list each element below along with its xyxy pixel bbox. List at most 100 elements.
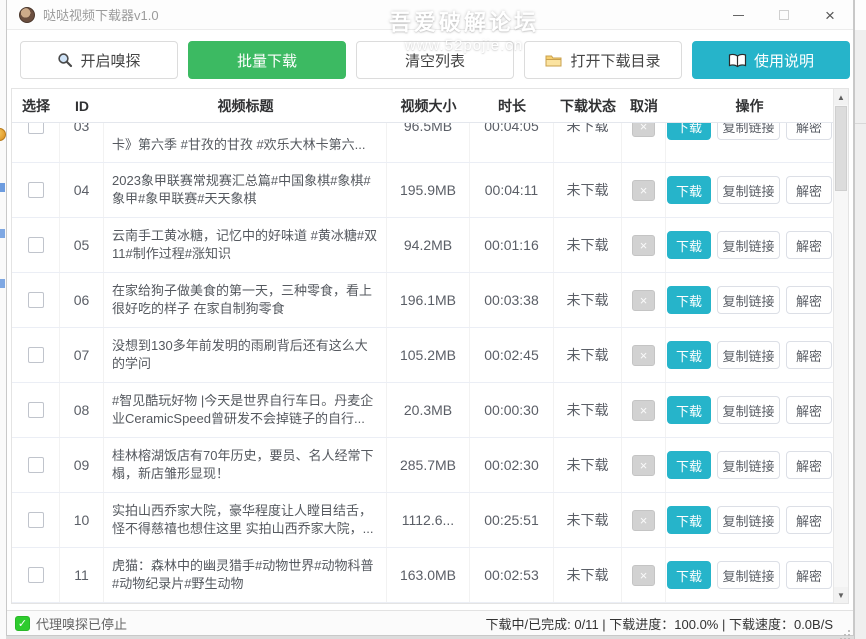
- row-checkbox[interactable]: [28, 567, 44, 583]
- decrypt-button[interactable]: 解密: [786, 286, 832, 314]
- video-id: 07: [60, 328, 104, 382]
- copy-link-button[interactable]: 复制链接: [717, 396, 780, 424]
- header-id: ID: [60, 89, 104, 122]
- table-row: 08 #智见酷玩好物 |今天是世界自行车日。丹麦企业CeramicSpeed曾研…: [12, 383, 833, 438]
- row-checkbox[interactable]: [28, 237, 44, 253]
- arrow-up-icon: ▲: [837, 93, 845, 102]
- decrypt-button[interactable]: 解密: [786, 231, 832, 259]
- cancel-button[interactable]: ×: [632, 180, 655, 201]
- download-button[interactable]: 下载: [667, 451, 711, 479]
- decrypt-button[interactable]: 解密: [786, 561, 832, 589]
- decrypt-button[interactable]: 解密: [786, 506, 832, 534]
- copy-link-button[interactable]: 复制链接: [717, 286, 780, 314]
- cancel-icon: ×: [640, 514, 648, 527]
- video-duration: 00:02:53: [470, 548, 554, 602]
- copy-link-button[interactable]: 复制链接: [717, 341, 780, 369]
- cancel-button[interactable]: ×: [632, 123, 655, 137]
- book-icon: [728, 53, 747, 68]
- start-sniff-button[interactable]: 开启嗅探: [20, 41, 178, 79]
- status-bar: ✓ 代理嗅探已停止 下载中/已完成: 0/11 | 下载进度：100.0% | …: [7, 610, 853, 635]
- decrypt-button[interactable]: 解密: [786, 176, 832, 204]
- window-title: 哒哒视频下载器v1.0: [43, 5, 159, 24]
- video-id: 08: [60, 383, 104, 437]
- cancel-button[interactable]: ×: [632, 290, 655, 311]
- open-download-folder-button[interactable]: 打开下载目录: [524, 41, 682, 79]
- cancel-button[interactable]: ×: [632, 235, 655, 256]
- copy-link-button[interactable]: 复制链接: [717, 176, 780, 204]
- video-title: 2023象甲联赛常规赛汇总篇#中国象棋#象棋#象甲#象甲联赛#天天象棋: [112, 172, 378, 208]
- check-icon: ✓: [18, 617, 27, 630]
- scroll-up-button[interactable]: ▲: [834, 89, 848, 105]
- decrypt-button[interactable]: 解密: [786, 451, 832, 479]
- download-button[interactable]: 下载: [667, 286, 711, 314]
- decrypt-button[interactable]: 解密: [786, 123, 832, 140]
- download-button[interactable]: 下载: [667, 561, 711, 589]
- row-checkbox[interactable]: [28, 512, 44, 528]
- minimize-icon: [733, 15, 744, 16]
- header-status: 下载状态: [554, 89, 622, 122]
- download-button[interactable]: 下载: [667, 176, 711, 204]
- help-label: 使用说明: [754, 50, 814, 71]
- cancel-button[interactable]: ×: [632, 400, 655, 421]
- download-button[interactable]: 下载: [667, 123, 711, 140]
- cancel-button[interactable]: ×: [632, 455, 655, 476]
- row-checkbox[interactable]: [28, 182, 44, 198]
- video-title: 没想到130多年前发明的雨刷背后还有这么大的学问: [112, 337, 378, 373]
- cancel-icon: ×: [640, 239, 648, 252]
- clear-list-button[interactable]: 清空列表: [356, 41, 514, 79]
- table-row: 06 在家给狗子做美食的第一天，三种零食，看上很好吃的样子 在家自制狗零食 19…: [12, 273, 833, 328]
- scrollbar-thumb[interactable]: [835, 106, 847, 191]
- row-checkbox[interactable]: [28, 347, 44, 363]
- open-download-folder-label: 打开下载目录: [570, 50, 660, 71]
- proxy-status-checkbox[interactable]: ✓: [15, 616, 30, 631]
- row-checkbox[interactable]: [28, 292, 44, 308]
- minimize-button[interactable]: [715, 0, 761, 30]
- vertical-scrollbar[interactable]: ▲ ▼: [833, 89, 848, 603]
- clear-list-label: 清空列表: [405, 50, 465, 71]
- app-window: 哒哒视频下载器v1.0 × 吾爱破解论坛 www.52pojie.cn 开启嗅探…: [6, 0, 854, 636]
- download-status: 未下载: [554, 438, 622, 492]
- video-id: 04: [60, 163, 104, 217]
- row-checkbox[interactable]: [28, 123, 44, 134]
- copy-link-button[interactable]: 复制链接: [717, 231, 780, 259]
- background-fragment: [0, 183, 5, 192]
- close-button[interactable]: ×: [807, 0, 853, 30]
- decrypt-button[interactable]: 解密: [786, 341, 832, 369]
- table-row: 09 桂林榕湖饭店有70年历史，要员、名人经常下榻，新店雏形显现！ 285.7M…: [12, 438, 833, 493]
- cancel-icon: ×: [640, 123, 648, 133]
- copy-link-button[interactable]: 复制链接: [717, 451, 780, 479]
- cancel-button[interactable]: ×: [632, 345, 655, 366]
- help-button[interactable]: 使用说明: [692, 41, 850, 79]
- copy-link-button[interactable]: 复制链接: [717, 561, 780, 589]
- scroll-down-button[interactable]: ▼: [834, 587, 848, 603]
- video-size: 94.2MB: [387, 218, 470, 272]
- maximize-button[interactable]: [761, 0, 807, 30]
- table-row: 07 没想到130多年前发明的雨刷背后还有这么大的学问 105.2MB 00:0…: [12, 328, 833, 383]
- batch-download-button[interactable]: 批量下载: [188, 41, 346, 79]
- arrow-down-icon: ▼: [837, 591, 845, 600]
- header-title: 视频标题: [104, 89, 387, 122]
- table-body: 03 卡》第六季 #甘孜的甘孜 #欢乐大林卡第六... 96.5MB 00:04…: [12, 123, 833, 603]
- table-row: 05 云南手工黄冰糖，记忆中的好味道 #黄冰糖#双11#制作过程#涨知识 94.…: [12, 218, 833, 273]
- row-checkbox[interactable]: [28, 457, 44, 473]
- download-status: 未下载: [554, 123, 622, 162]
- video-id: 11: [60, 548, 104, 602]
- download-button[interactable]: 下载: [667, 231, 711, 259]
- download-button[interactable]: 下载: [667, 506, 711, 534]
- decrypt-button[interactable]: 解密: [786, 396, 832, 424]
- cancel-button[interactable]: ×: [632, 510, 655, 531]
- download-button[interactable]: 下载: [667, 396, 711, 424]
- row-checkbox[interactable]: [28, 402, 44, 418]
- copy-link-button[interactable]: 复制链接: [717, 123, 780, 140]
- start-sniff-label: 开启嗅探: [80, 50, 140, 71]
- video-size: 105.2MB: [387, 328, 470, 382]
- cancel-button[interactable]: ×: [632, 565, 655, 586]
- video-duration: 00:02:30: [470, 438, 554, 492]
- video-title: 云南手工黄冰糖，记忆中的好味道 #黄冰糖#双11#制作过程#涨知识: [112, 227, 378, 263]
- copy-link-button[interactable]: 复制链接: [717, 506, 780, 534]
- download-status: 未下载: [554, 328, 622, 382]
- resize-grip-icon[interactable]: [848, 630, 850, 632]
- download-button[interactable]: 下载: [667, 341, 711, 369]
- cancel-icon: ×: [640, 294, 648, 307]
- table-row: 11 虎猫：森林中的幽灵猎手#动物世界#动物科普#动物纪录片#野生动物 163.…: [12, 548, 833, 603]
